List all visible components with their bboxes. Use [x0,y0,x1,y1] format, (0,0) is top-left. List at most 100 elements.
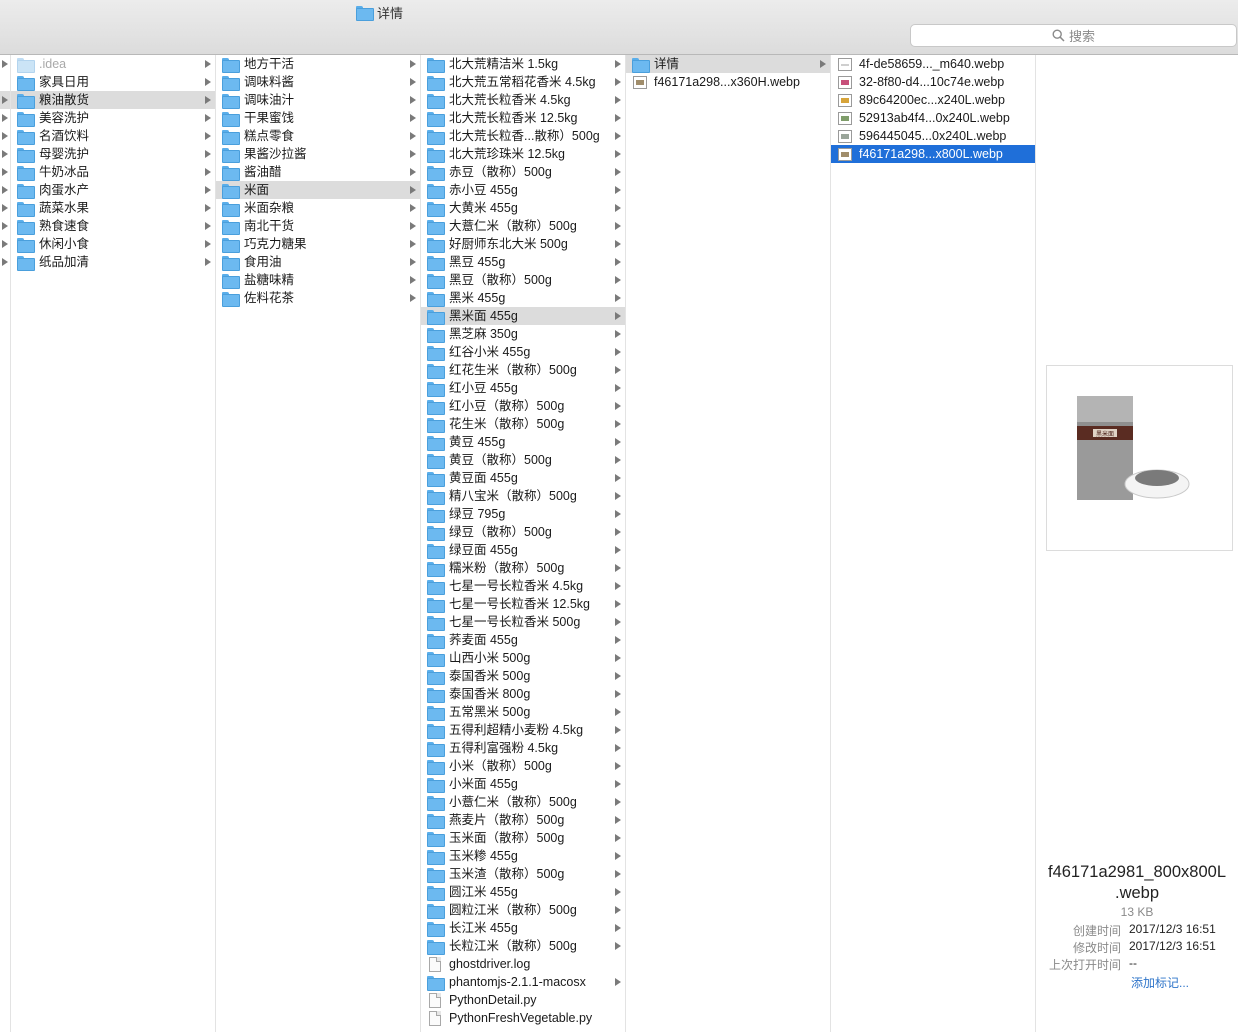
product-item[interactable]: 北大荒五常稻花香米 4.5kg [421,73,625,91]
product-item[interactable]: 北大荒长粒香...散称）500g [421,127,625,145]
parent-row[interactable] [0,181,10,199]
category-item[interactable]: 母婴洗护 [11,145,215,163]
product-item[interactable]: 绿豆（散称）500g [421,523,625,541]
product-item[interactable]: 小米（散称）500g [421,757,625,775]
product-item[interactable]: 七星一号长粒香米 4.5kg [421,577,625,595]
product-item[interactable]: 黄豆面 455g [421,469,625,487]
product-item[interactable]: 长粒江米（散称）500g [421,937,625,955]
subcategory-item[interactable]: 果酱沙拉酱 [216,145,420,163]
product-item[interactable]: 红谷小米 455g [421,343,625,361]
product-item[interactable]: ghostdriver.log [421,955,625,973]
product-item[interactable]: PythonDetail.py [421,991,625,1009]
subcategory-item[interactable]: 调味料酱 [216,73,420,91]
product-item[interactable]: 小米面 455g [421,775,625,793]
parent-row[interactable] [0,145,10,163]
subcategory-item[interactable]: 酱油醋 [216,163,420,181]
subcategory-item[interactable]: 盐糖味精 [216,271,420,289]
product-item[interactable]: 黄豆 455g [421,433,625,451]
product-item[interactable]: 泰国香米 800g [421,685,625,703]
subcategory-item[interactable]: 巧克力糖果 [216,235,420,253]
product-item[interactable]: 山西小米 500g [421,649,625,667]
product-item[interactable]: 绿豆面 455g [421,541,625,559]
subcategory-item[interactable]: 地方干活 [216,55,420,73]
product-item[interactable]: 红花生米（散称）500g [421,361,625,379]
parent-row[interactable] [0,235,10,253]
product-item[interactable]: 黑米面 455g [421,307,625,325]
parent-row[interactable] [0,91,10,109]
product-item[interactable]: 好厨师东北大米 500g [421,235,625,253]
category-item[interactable]: 熟食速食 [11,217,215,235]
product-item[interactable]: 五常黑米 500g [421,703,625,721]
category-item[interactable]: 纸品加清 [11,253,215,271]
product-item[interactable]: 玉米面（散称）500g [421,829,625,847]
parent-row[interactable] [0,109,10,127]
detail-file-item[interactable]: 89c64200ec...x240L.webp [831,91,1035,109]
product-item[interactable]: 荞麦面 455g [421,631,625,649]
product-item[interactable]: 小薏仁米（散称）500g [421,793,625,811]
category-item[interactable]: 美容洗护 [11,109,215,127]
column-categories[interactable]: .idea 家具日用 粮油散货 美容洗护 名酒饮料 母婴洗护 牛奶冰品 肉蛋水产 蔬菜水果 熟食速… [11,55,216,1032]
subcategory-item[interactable]: 米面 [216,181,420,199]
product-item[interactable]: 泰国香米 500g [421,667,625,685]
product-item[interactable]: 北大荒珍珠米 12.5kg [421,145,625,163]
column-product-contents[interactable]: 详情 f46171a298...x360H.webp [626,55,831,1032]
add-tags-link[interactable]: 添加标记... [1131,974,1189,991]
product-item[interactable]: 精八宝米（散称）500g [421,487,625,505]
category-item[interactable]: 蔬菜水果 [11,199,215,217]
product-item[interactable]: 玉米糁 455g [421,847,625,865]
product-item[interactable]: 玉米渣（散称）500g [421,865,625,883]
column-products[interactable]: 北大荒精洁米 1.5kg 北大荒五常稻花香米 4.5kg 北大荒长粒香米 4.5kg… [421,55,626,1032]
product-item[interactable]: 北大荒长粒香米 12.5kg [421,109,625,127]
product-content-item[interactable]: 详情 [626,55,830,73]
product-item[interactable]: 北大荒精洁米 1.5kg [421,55,625,73]
product-item[interactable]: 黑芝麻 350g [421,325,625,343]
product-item[interactable]: 大黄米 455g [421,199,625,217]
detail-file-item[interactable]: 596445045...0x240L.webp [831,127,1035,145]
product-content-item[interactable]: f46171a298...x360H.webp [626,73,830,91]
product-item[interactable]: 黑米 455g [421,289,625,307]
subcategory-item[interactable]: 佐料花茶 [216,289,420,307]
product-item[interactable]: 糯米粉（散称）500g [421,559,625,577]
subcategory-item[interactable]: 调味油汁 [216,91,420,109]
detail-file-item[interactable]: 52913ab4f4...0x240L.webp [831,109,1035,127]
column-parent-clipped[interactable] [0,55,11,1032]
product-item[interactable]: 红小豆 455g [421,379,625,397]
parent-row[interactable] [0,217,10,235]
product-item[interactable]: 黄豆（散称）500g [421,451,625,469]
parent-row[interactable] [0,199,10,217]
product-item[interactable]: 圆粒江米（散称）500g [421,901,625,919]
product-item[interactable]: 赤豆（散称）500g [421,163,625,181]
detail-file-item[interactable]: 4f-de58659..._m640.webp [831,55,1035,73]
parent-row[interactable] [0,163,10,181]
product-item[interactable]: 圆江米 455g [421,883,625,901]
product-item[interactable]: 七星一号长粒香米 12.5kg [421,595,625,613]
product-item[interactable]: 黑豆（散称）500g [421,271,625,289]
parent-row[interactable] [0,127,10,145]
product-item[interactable]: 黑豆 455g [421,253,625,271]
product-item[interactable]: 五得利富强粉 4.5kg [421,739,625,757]
product-item[interactable]: PythonFreshVegetable.py [421,1009,625,1027]
product-item[interactable]: 花生米（散称）500g [421,415,625,433]
category-item[interactable]: .idea [11,55,215,73]
parent-row[interactable] [0,253,10,271]
product-item[interactable]: 燕麦片（散称）500g [421,811,625,829]
column-subcategories[interactable]: 地方干活 调味料酱 调味油汁 干果蜜饯 糕点零食 果酱沙拉酱 酱油醋 米面 米面杂粮 南北干货 巧克… [216,55,421,1032]
category-item[interactable]: 粮油散货 [11,91,215,109]
parent-row[interactable] [0,73,10,91]
category-item[interactable]: 休闲小食 [11,235,215,253]
product-item[interactable]: 北大荒长粒香米 4.5kg [421,91,625,109]
product-item[interactable]: 长江米 455g [421,919,625,937]
product-item[interactable]: phantomjs-2.1.1-macosx [421,973,625,991]
category-item[interactable]: 牛奶冰品 [11,163,215,181]
subcategory-item[interactable]: 南北干货 [216,217,420,235]
column-detail-files[interactable]: 4f-de58659..._m640.webp 32-8f80-d4...10c7… [831,55,1036,1032]
category-item[interactable]: 肉蛋水产 [11,181,215,199]
subcategory-item[interactable]: 米面杂粮 [216,199,420,217]
category-item[interactable]: 家具日用 [11,73,215,91]
category-item[interactable]: 名酒饮料 [11,127,215,145]
product-item[interactable]: 七星一号长粒香米 500g [421,613,625,631]
detail-file-item[interactable]: 32-8f80-d4...10c74e.webp [831,73,1035,91]
product-item[interactable]: 大薏仁米（散称）500g [421,217,625,235]
product-item[interactable]: 红小豆（散称）500g [421,397,625,415]
product-item[interactable]: 赤小豆 455g [421,181,625,199]
